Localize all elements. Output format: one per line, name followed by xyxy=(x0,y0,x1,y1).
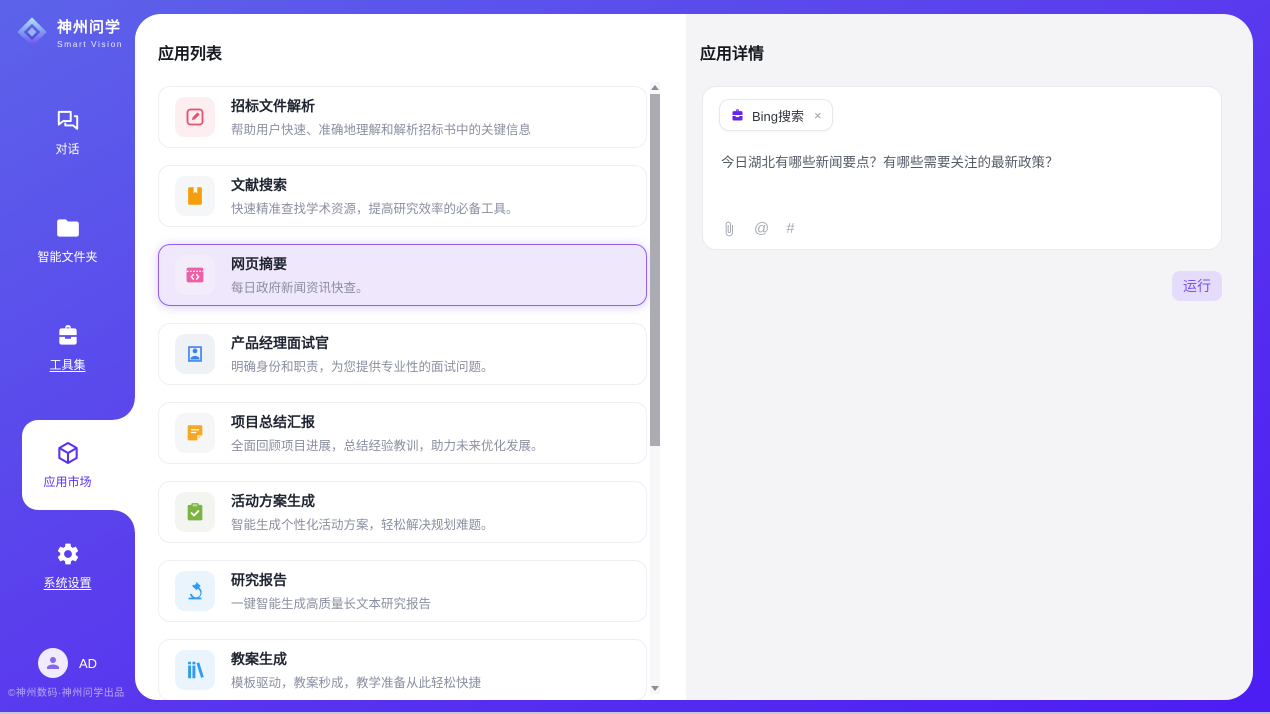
sidebar-item[interactable]: 智能文件夹 xyxy=(0,211,135,269)
app-card-description: 一键智能生成高质量长文本研究报告 xyxy=(231,593,431,612)
app-card[interactable]: 活动方案生成 智能生成个性化活动方案，轻松解决规划难题。 xyxy=(158,481,647,543)
app-list-panel: 应用列表 招标文件解析 帮助用户快速、准确地理解和解析招标书中的关键信息 xyxy=(135,14,686,700)
app-card-description: 明确身份和职责，为您提供专业性的面试问题。 xyxy=(231,356,494,375)
app-card-title: 文献搜索 xyxy=(231,175,519,195)
sidebar: 神州问学 Smart Vision 对话 智能文件夹 工具集 xyxy=(0,0,135,714)
app-icon xyxy=(184,501,206,523)
attach-icon[interactable] xyxy=(721,221,737,237)
avatar xyxy=(38,648,68,678)
app-icon xyxy=(184,106,206,128)
app-list-title: 应用列表 xyxy=(158,40,686,64)
tool-tag-label: Bing搜索 xyxy=(752,106,804,125)
sidebar-item[interactable]: 系统设置 xyxy=(0,537,135,595)
app-icon xyxy=(184,580,206,602)
app-card[interactable]: 研究报告 一键智能生成高质量长文本研究报告 xyxy=(158,560,647,622)
app-icon xyxy=(184,264,206,286)
mention-icon[interactable]: @ xyxy=(754,220,769,237)
sidebar-item-label: 工具集 xyxy=(49,356,85,373)
sidebar-item[interactable]: 应用市场 xyxy=(0,420,135,510)
composer-toolbar: @ # xyxy=(721,220,795,237)
prompt-card[interactable]: Bing搜索 × 今日湖北有哪些新闻要点？有哪些需要关注的最新政策？ @ # xyxy=(702,86,1222,250)
app-card-description: 每日政府新闻资讯快查。 xyxy=(231,277,369,296)
scroll-down-icon[interactable] xyxy=(651,686,659,691)
app-card-title: 教案生成 xyxy=(231,649,481,669)
app-icon-tile xyxy=(175,650,215,690)
sidebar-item-icon xyxy=(55,440,81,466)
tool-tag[interactable]: Bing搜索 × xyxy=(719,99,833,131)
app-card-description: 模板驱动，教案秒成，教学准备从此轻松快捷 xyxy=(231,672,481,691)
user-name: AD xyxy=(79,656,97,671)
scrollbar-thumb[interactable] xyxy=(650,94,660,446)
app-card-title: 活动方案生成 xyxy=(231,491,494,511)
app-icon xyxy=(184,422,206,444)
app-card-title: 招标文件解析 xyxy=(231,96,531,116)
main-content: 应用列表 招标文件解析 帮助用户快速、准确地理解和解析招标书中的关键信息 xyxy=(135,14,1253,700)
sidebar-item-label: 智能文件夹 xyxy=(37,248,97,265)
sidebar-item[interactable]: 对话 xyxy=(0,103,135,161)
app-icon-tile xyxy=(175,413,215,453)
app-card-title: 研究报告 xyxy=(231,570,431,590)
app-card-title: 网页摘要 xyxy=(231,254,369,274)
app-icon xyxy=(184,343,206,365)
scrollbar[interactable] xyxy=(650,82,660,694)
app-card[interactable]: 招标文件解析 帮助用户快速、准确地理解和解析招标书中的关键信息 xyxy=(158,86,647,148)
app-icon-tile xyxy=(175,176,215,216)
run-button[interactable]: 运行 xyxy=(1172,271,1222,301)
sidebar-item-icon xyxy=(55,541,81,567)
app-card[interactable]: 网页摘要 每日政府新闻资讯快查。 xyxy=(158,244,647,306)
sidebar-item-label: 系统设置 xyxy=(43,574,91,591)
app-icon-tile xyxy=(175,97,215,137)
app-card-list: 招标文件解析 帮助用户快速、准确地理解和解析招标书中的关键信息 文献搜索 快速精… xyxy=(158,86,647,700)
app-card[interactable]: 文献搜索 快速精准查找学术资源，提高研究效率的必备工具。 xyxy=(158,165,647,227)
app-card-title: 产品经理面试官 xyxy=(231,333,494,353)
person-icon xyxy=(44,654,62,672)
app-detail-panel: 应用详情 Bing搜索 × 今日湖北有哪些新闻要点？有哪些需要关注的最新政策？ … xyxy=(686,14,1253,700)
briefcase-icon xyxy=(730,108,745,123)
sidebar-nav: 对话 智能文件夹 工具集 应用市场 系统设置 xyxy=(0,0,135,714)
app-icon-tile xyxy=(175,492,215,532)
app-icon xyxy=(184,185,206,207)
user-profile[interactable]: AD xyxy=(38,648,97,678)
sidebar-item-label: 对话 xyxy=(55,140,79,157)
sidebar-item-icon xyxy=(55,323,81,349)
copyright-footer: ©神州数码·神州问学出品 xyxy=(8,684,125,699)
app-icon-tile xyxy=(175,334,215,374)
prompt-text[interactable]: 今日湖北有哪些新闻要点？有哪些需要关注的最新政策？ xyxy=(721,151,1205,171)
app-card-title: 项目总结汇报 xyxy=(231,412,544,432)
remove-tag-icon[interactable]: × xyxy=(814,108,822,123)
sidebar-item-icon xyxy=(55,215,81,241)
sidebar-item-icon xyxy=(55,107,81,133)
app-card-description: 全面回顾项目进展，总结经验教训，助力未来优化发展。 xyxy=(231,435,544,454)
app-card-description: 帮助用户快速、准确地理解和解析招标书中的关键信息 xyxy=(231,119,531,138)
topic-icon[interactable]: # xyxy=(786,220,794,237)
app-card-description: 快速精准查找学术资源，提高研究效率的必备工具。 xyxy=(231,198,519,217)
sidebar-item-label: 应用市场 xyxy=(43,473,91,490)
scroll-up-icon[interactable] xyxy=(651,85,659,90)
app-detail-title: 应用详情 xyxy=(700,40,1253,64)
app-icon-tile xyxy=(175,255,215,295)
app-card-description: 智能生成个性化活动方案，轻松解决规划难题。 xyxy=(231,514,494,533)
sidebar-item[interactable]: 工具集 xyxy=(0,319,135,377)
app-card[interactable]: 教案生成 模板驱动，教案秒成，教学准备从此轻松快捷 xyxy=(158,639,647,700)
app-icon xyxy=(184,659,206,681)
app-card[interactable]: 产品经理面试官 明确身份和职责，为您提供专业性的面试问题。 xyxy=(158,323,647,385)
app-icon-tile xyxy=(175,571,215,611)
app-card[interactable]: 项目总结汇报 全面回顾项目进展，总结经验教训，助力未来优化发展。 xyxy=(158,402,647,464)
